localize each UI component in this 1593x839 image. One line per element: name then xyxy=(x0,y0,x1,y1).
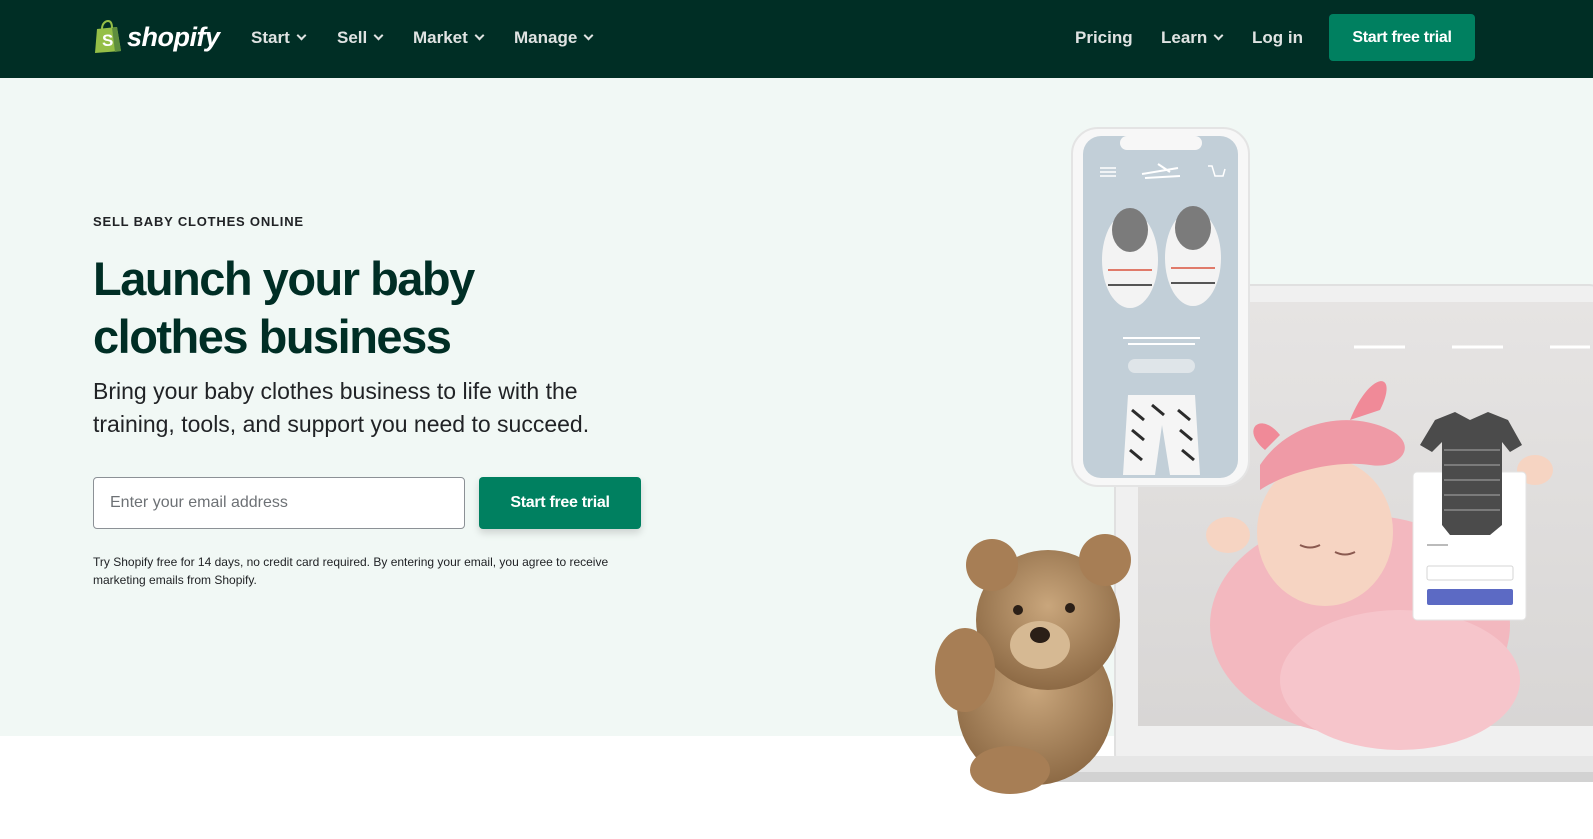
top-navigation: S shopify Start Sell Market Manage Prici… xyxy=(0,0,1593,78)
shopify-logo[interactable]: S shopify xyxy=(93,19,220,55)
nav-pricing-label: Pricing xyxy=(1075,28,1133,47)
nav-market-label: Market xyxy=(413,28,468,47)
nav-sell-label: Sell xyxy=(337,28,368,47)
nav-start-label: Start xyxy=(251,28,290,47)
nav-start[interactable]: Start xyxy=(251,26,307,50)
nav-start-free-trial-button[interactable]: Start free trial xyxy=(1329,14,1475,61)
hero-illustration xyxy=(935,127,1593,794)
brand-wordmark: shopify xyxy=(127,21,220,52)
chevron-down-icon xyxy=(474,30,485,41)
teddy-bear xyxy=(935,534,1131,794)
trial-disclaimer: Try Shopify free for 14 days, no credit … xyxy=(93,555,609,587)
nav-sell[interactable]: Sell xyxy=(337,26,384,50)
nav-login[interactable]: Log in xyxy=(1252,26,1303,50)
phone-mockup xyxy=(1071,127,1250,487)
product-card xyxy=(1412,412,1527,621)
chevron-down-icon xyxy=(1213,30,1224,41)
nav-learn-label: Learn xyxy=(1161,28,1208,47)
email-input[interactable] xyxy=(93,477,465,529)
nav-manage-label: Manage xyxy=(514,28,578,47)
chevron-down-icon xyxy=(373,30,384,41)
nav-pricing[interactable]: Pricing xyxy=(1075,26,1133,50)
svg-text:S: S xyxy=(102,31,113,50)
nav-manage[interactable]: Manage xyxy=(514,26,594,50)
headline-line-1: Launch your baby xyxy=(93,252,475,305)
nav-market[interactable]: Market xyxy=(413,26,485,50)
hero-headline: Launch your baby clothes business xyxy=(93,250,613,366)
nav-learn[interactable]: Learn xyxy=(1161,26,1224,50)
hero-start-free-trial-button[interactable]: Start free trial xyxy=(479,477,641,529)
page: S shopify Start Sell Market Manage Prici… xyxy=(0,0,1593,839)
nav-login-label: Log in xyxy=(1252,28,1303,47)
headline-line-2: clothes business xyxy=(93,310,452,363)
chevron-down-icon xyxy=(296,30,307,41)
hero-subhead: Bring your baby clothes business to life… xyxy=(93,378,590,437)
shopify-bag-icon: S xyxy=(93,19,123,54)
chevron-down-icon xyxy=(583,30,594,41)
hero-eyebrow: SELL BABY CLOTHES ONLINE xyxy=(93,214,304,229)
